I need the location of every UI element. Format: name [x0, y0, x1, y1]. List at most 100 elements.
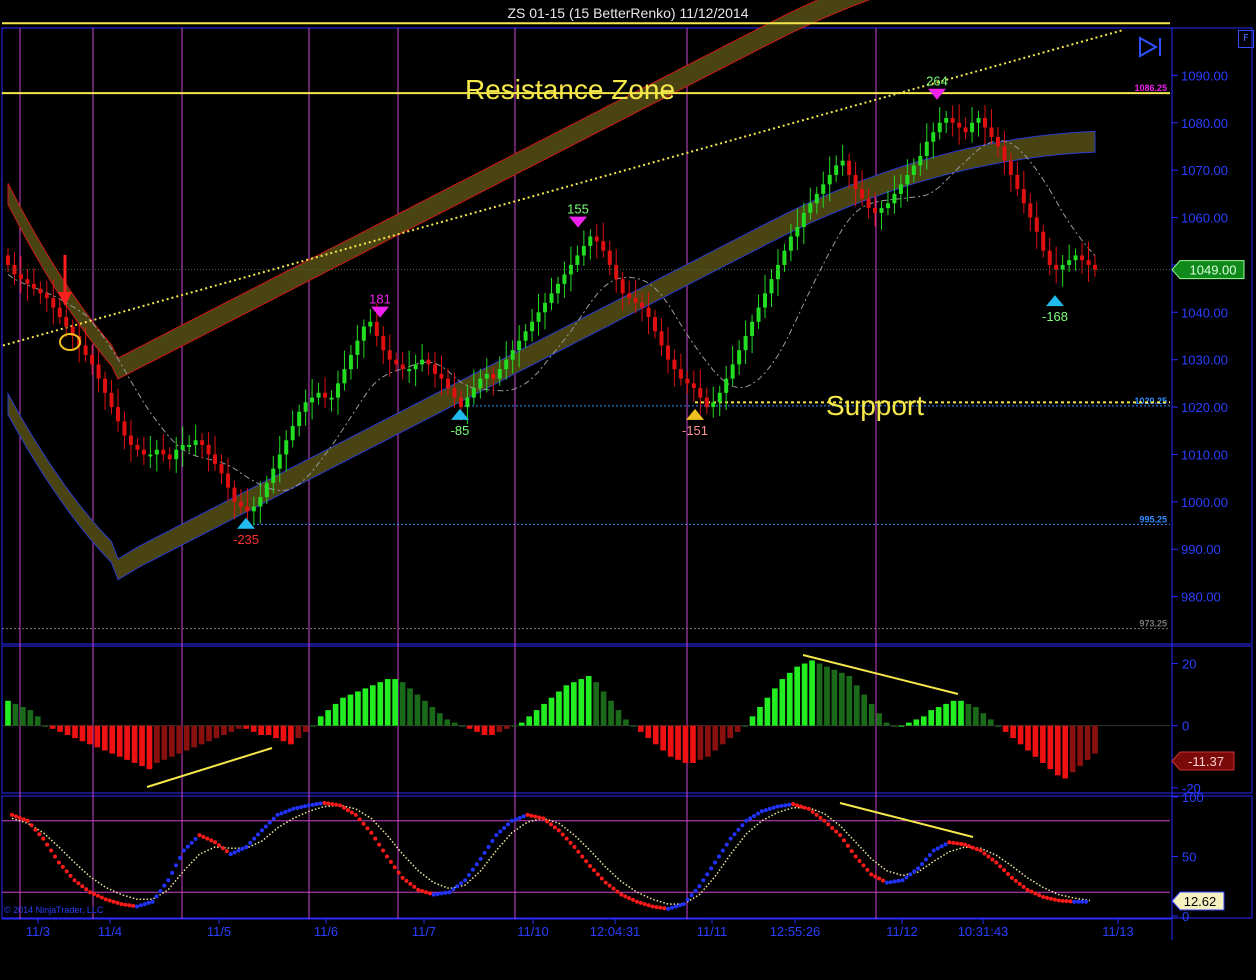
- candle-body: [685, 378, 690, 384]
- swing-low-marker: [451, 408, 469, 420]
- oscillator-dot: [728, 836, 733, 841]
- oscillator-dot: [1033, 891, 1038, 896]
- histogram-bar: [1002, 725, 1009, 732]
- oscillator-dot: [814, 812, 819, 817]
- oscillator-dot: [963, 842, 968, 847]
- histogram-bar: [667, 725, 674, 757]
- candle-body: [1060, 264, 1065, 270]
- oscillator-dot: [205, 836, 210, 841]
- oscillator-dot: [275, 812, 280, 817]
- oscillator-dot: [767, 806, 772, 811]
- oscillator-dot: [424, 890, 429, 895]
- histogram-bar: [176, 725, 183, 754]
- oscillator-dot: [84, 887, 89, 892]
- oscillator-dot: [228, 852, 233, 857]
- oscillator-dot: [1064, 899, 1069, 904]
- oscillator-dot: [552, 825, 557, 830]
- oscillator-dot: [974, 847, 979, 852]
- histogram-bar: [399, 682, 406, 726]
- histogram-bar: [243, 725, 250, 729]
- oscillator-dot: [560, 832, 565, 837]
- oscillator-dot: [349, 810, 354, 815]
- oscillator-dot: [373, 836, 378, 841]
- candle-body: [154, 449, 159, 455]
- price-tick-label: 1020.00: [1181, 400, 1228, 415]
- oscillator-dot: [978, 848, 983, 853]
- histogram-bar: [690, 725, 696, 763]
- oscillator-dot: [783, 803, 788, 808]
- oscillator-dot: [306, 803, 311, 808]
- oscillator-dot: [490, 839, 495, 844]
- candle-body: [187, 444, 192, 447]
- oscillator-dot: [400, 875, 405, 880]
- candle-body: [394, 359, 399, 365]
- candle-body: [724, 378, 729, 393]
- oscillator-dot: [427, 891, 432, 896]
- candle-body: [219, 463, 224, 474]
- oscillator-dot: [576, 849, 581, 854]
- oscillator-dot: [627, 896, 632, 901]
- candle-body: [303, 402, 308, 412]
- histogram-bar: [198, 725, 205, 745]
- oscillator-dot: [822, 818, 827, 823]
- oscillator-dot: [556, 828, 561, 833]
- last-price-label: 1049.00: [1190, 263, 1237, 278]
- candle-body: [620, 279, 625, 294]
- oscillator-dot: [326, 801, 331, 806]
- candle-body: [646, 307, 651, 318]
- candle-body: [25, 279, 30, 284]
- candle-body: [795, 227, 800, 237]
- oscillator-dot: [1025, 887, 1030, 892]
- histogram-bar: [1077, 725, 1083, 767]
- play-icon: [1139, 36, 1159, 58]
- price-tick-label: 1070.00: [1181, 163, 1228, 178]
- oscillator-dot: [545, 819, 550, 824]
- oscillator-dot: [17, 815, 22, 820]
- histogram-bar: [682, 725, 689, 763]
- histogram-bar: [712, 725, 719, 751]
- oscillator-dot: [388, 859, 393, 864]
- copyright-text: © 2014 NinjaTrader, LLC: [4, 905, 104, 915]
- oscillator-dot: [916, 866, 921, 871]
- candle-body: [348, 354, 353, 370]
- histogram-bar: [87, 725, 93, 745]
- candle-body: [329, 397, 334, 400]
- oscillator-dot: [818, 815, 823, 820]
- histogram-bar: [377, 682, 384, 726]
- oscillator-dot: [295, 806, 300, 811]
- histogram-bar: [451, 722, 458, 726]
- candle-body: [756, 307, 761, 322]
- oscillator-dot: [1056, 898, 1061, 903]
- oscillator-dot: [709, 866, 714, 871]
- oscillator-dot: [572, 844, 577, 849]
- oscillator-dot: [189, 840, 194, 845]
- oscillator-dot: [849, 849, 854, 854]
- oscillator-dot: [52, 854, 57, 859]
- oscillator-dot: [744, 818, 749, 823]
- candle-body: [232, 487, 237, 502]
- oscillator-dot: [880, 878, 885, 883]
- oscillator-tick-label: 0: [1182, 909, 1189, 924]
- oscillator-dot: [162, 883, 167, 888]
- candle-body: [96, 364, 101, 379]
- candle-body: [937, 122, 942, 133]
- oscillator-dot: [623, 894, 628, 899]
- histogram-bar: [563, 685, 570, 726]
- candle-body: [1073, 255, 1078, 261]
- swing-low-marker: [1046, 295, 1064, 307]
- histogram-bar: [764, 697, 771, 726]
- oscillator-dot: [478, 856, 483, 861]
- oscillator-dot: [693, 888, 698, 893]
- candle-body: [251, 506, 256, 512]
- oscillator-dot: [724, 842, 729, 847]
- candle-body: [627, 293, 632, 299]
- candle-body: [439, 373, 444, 379]
- histogram-bar: [571, 682, 577, 726]
- oscillator-dot: [1041, 894, 1046, 899]
- oscillator-dot: [330, 802, 335, 807]
- oscillator-dot: [701, 878, 706, 883]
- histogram-bar: [615, 710, 622, 726]
- oscillator-dot: [431, 892, 436, 897]
- oscillator-dot: [29, 823, 34, 828]
- histogram-bar: [191, 725, 197, 748]
